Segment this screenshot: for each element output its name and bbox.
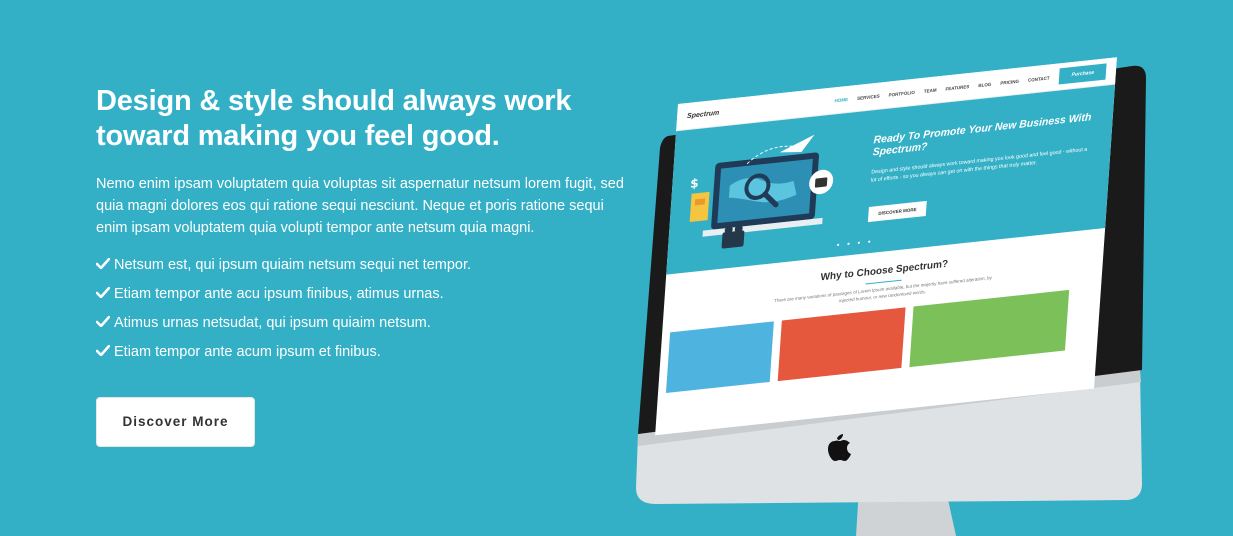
feature-text: Atimus urnas netsudat, qui ipsum quiaim …	[114, 315, 431, 331]
mock-nav-home: HOME	[834, 96, 849, 103]
mock-purchase-button: Purchase	[1059, 63, 1107, 85]
hero-headline-line1: Design & style should always work	[96, 85, 572, 117]
check-icon	[95, 255, 111, 275]
hero-text-block: Design & style should always work toward…	[95, 84, 636, 447]
hero-intro: Nemo enim ipsam voluptatem quia voluptas…	[96, 176, 624, 236]
feature-item: Etiam tempor ante acu ipsum finibus, ati…	[95, 284, 636, 304]
feature-item: Atimus urnas netsudat, qui ipsum quiaim …	[95, 313, 636, 333]
mock-hero-button: DISCOVER MORE	[867, 200, 928, 223]
mock-card-blue	[665, 321, 774, 393]
mock-nav-blog: BLOG	[978, 81, 992, 88]
feature-list: Netsum est, qui ipsum quiaim netsum sequ…	[95, 255, 636, 362]
feature-item: Etiam tempor ante acum ipsum et finibus.	[95, 342, 636, 362]
mock-brand: Spectrum	[686, 109, 720, 120]
feature-text: Etiam tempor ante acu ipsum finibus, ati…	[114, 286, 444, 302]
mock-card-red	[777, 307, 906, 382]
svg-text:$: $	[690, 176, 699, 191]
mock-nav-pricing: PRICING	[1000, 78, 1020, 86]
mock-hero-illustration: $	[689, 134, 834, 249]
mock-cards	[658, 287, 1101, 394]
mock-nav-contact: CONTACT	[1027, 74, 1050, 83]
mock-card-green	[909, 289, 1070, 368]
mock-why-divider	[865, 279, 902, 285]
mock-nav-services: SERVICES	[856, 93, 880, 101]
check-icon	[95, 342, 111, 362]
check-icon	[95, 284, 111, 304]
mock-nav-team: TEAM	[923, 86, 937, 94]
mock-nav-portfolio: PORTFOLIO	[888, 89, 916, 98]
hero-headline: Design & style should always work toward…	[96, 84, 636, 154]
discover-more-button[interactable]: Discover More	[96, 397, 255, 447]
hero-headline-line2: toward making you feel good.	[96, 120, 500, 152]
feature-text: Etiam tempor ante acum ipsum et finibus.	[114, 344, 381, 360]
mock-nav-features: FEATURES	[945, 83, 970, 92]
feature-text: Netsum est, qui ipsum quiaim netsum sequ…	[114, 257, 472, 273]
check-icon	[95, 313, 111, 333]
imac-screen: Spectrum HOME SERVICES PORTFOLIO TEAM FE…	[655, 57, 1117, 436]
feature-item: Netsum est, qui ipsum quiaim netsum sequ…	[95, 255, 636, 275]
imac-mockup: Spectrum HOME SERVICES PORTFOLIO TEAM FE…	[620, 52, 1180, 536]
